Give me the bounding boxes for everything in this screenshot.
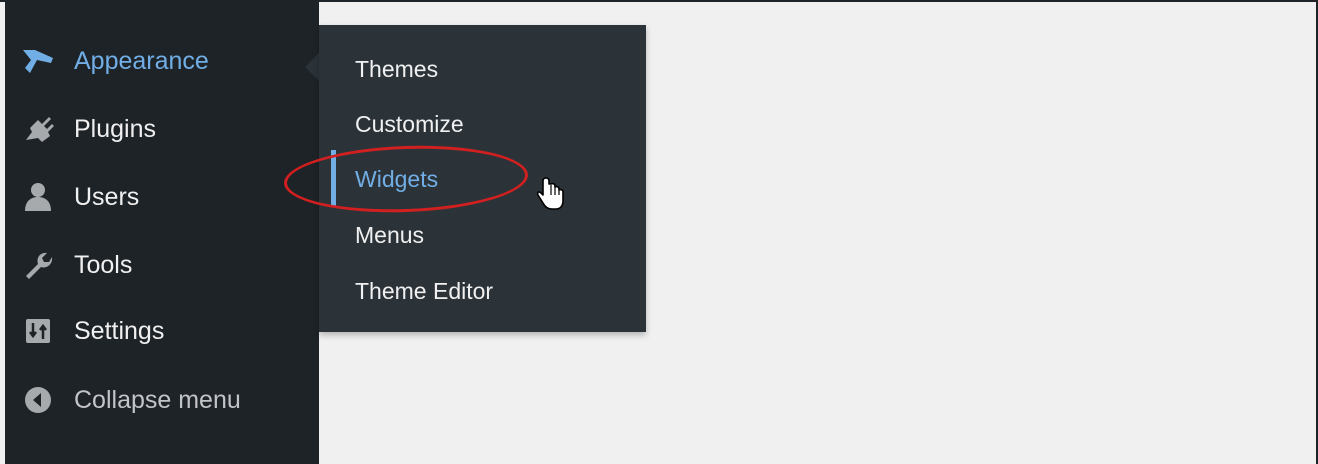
sidebar-item-tools[interactable]: Tools [5, 235, 319, 295]
sidebar-item-users[interactable]: Users [5, 167, 319, 227]
plugin-icon [20, 111, 56, 147]
collapse-arrow-icon [20, 382, 56, 418]
hand-pointer-icon [537, 177, 564, 210]
sidebar-item-label: Tools [74, 250, 133, 279]
submenu-item-customize[interactable]: Customize [319, 96, 646, 152]
active-indicator-bar [331, 150, 336, 206]
sidebar-item-label: Appearance [74, 46, 209, 75]
submenu-item-themes[interactable]: Themes [319, 41, 646, 97]
user-icon [20, 179, 56, 215]
sidebar-item-appearance[interactable]: Appearance [5, 31, 319, 91]
submenu-item-label: Widgets [355, 165, 439, 192]
settings-icon [20, 313, 56, 349]
collapse-menu-button[interactable]: Collapse menu [5, 370, 319, 430]
paintbrush-icon [20, 43, 56, 79]
submenu-item-label: Menus [355, 221, 425, 248]
submenu-item-label: Theme Editor [355, 277, 494, 304]
submenu-item-widgets[interactable]: Widgets [319, 151, 646, 207]
submenu-item-label: Customize [355, 110, 464, 137]
sidebar-item-label: Collapse menu [74, 385, 241, 414]
submenu-item-label: Themes [355, 55, 439, 82]
submenu-item-theme-editor[interactable]: Theme Editor [319, 263, 646, 319]
appearance-submenu: Themes Customize Widgets Menus Theme Edi… [319, 25, 646, 332]
admin-sidebar: Appearance Plugins Users Tools Settings … [5, 2, 319, 464]
sidebar-item-settings[interactable]: Settings [5, 301, 319, 361]
submenu-pointer [305, 53, 319, 81]
submenu-item-menus[interactable]: Menus [319, 207, 646, 263]
sidebar-item-label: Plugins [74, 114, 156, 143]
sidebar-item-label: Users [74, 182, 140, 211]
wrench-icon [20, 247, 56, 283]
sidebar-item-label: Settings [74, 316, 165, 345]
sidebar-item-plugins[interactable]: Plugins [5, 99, 319, 159]
